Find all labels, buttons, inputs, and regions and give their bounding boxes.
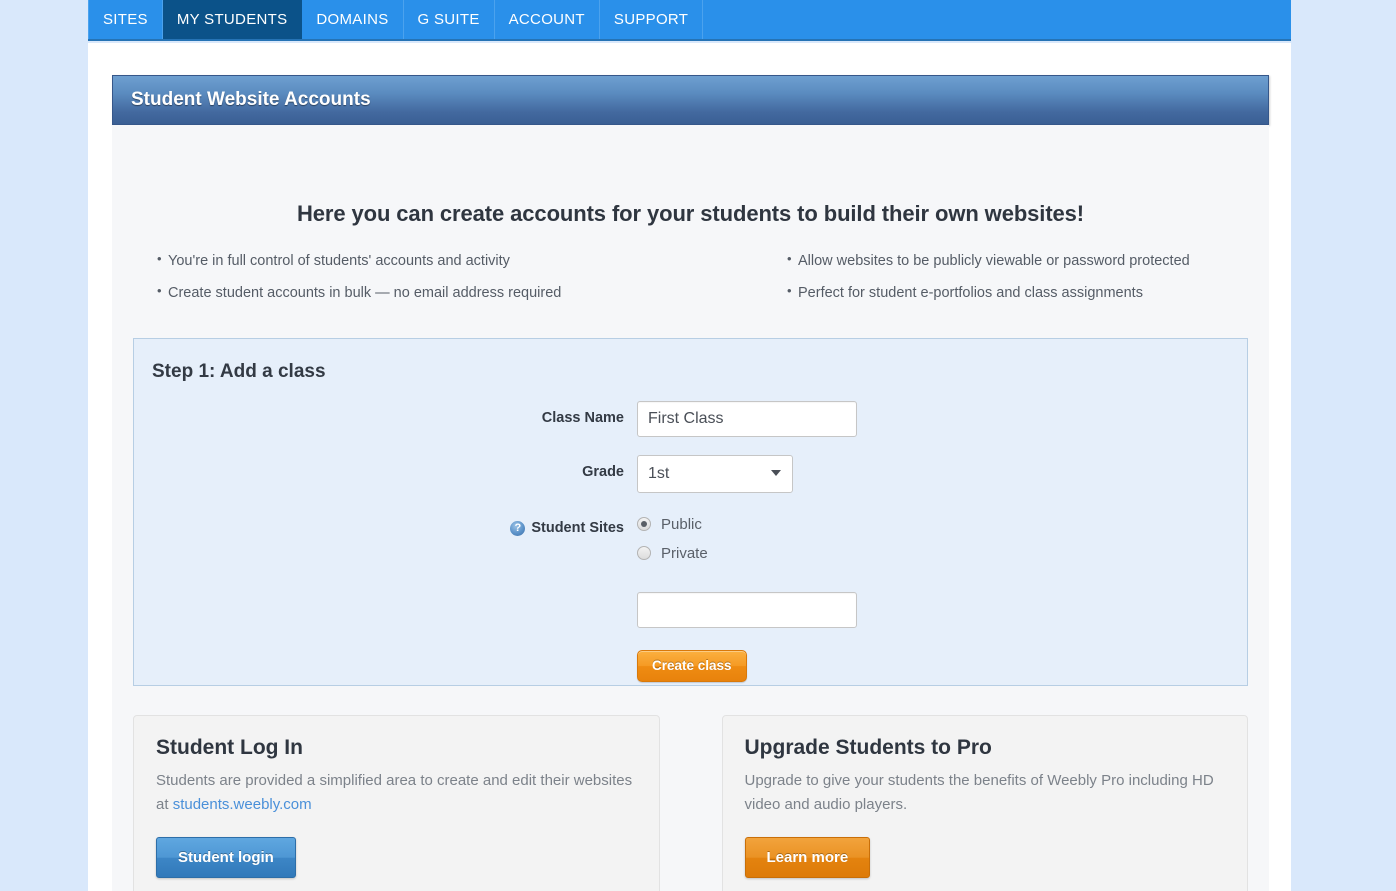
info-cards: Student Log In Students are provided a s… [133, 714, 1248, 891]
upgrade-pro-card: Upgrade Students to Pro Upgrade to give … [721, 714, 1248, 891]
create-class-row: Create class [134, 646, 1247, 682]
bullet-item: Perfect for student e-portfolios and cla… [787, 283, 1229, 303]
student-login-card-title: Student Log In [156, 735, 303, 759]
page-title: Student Website Accounts [131, 89, 371, 110]
radio-option-private[interactable]: Private [637, 545, 708, 562]
student-login-button[interactable]: Student login [156, 836, 296, 878]
main-navigation: SITES MY STUDENTS DOMAINS G SUITE ACCOUN… [88, 0, 1291, 41]
step1-title: Step 1: Add a class [152, 360, 326, 382]
bullet-item: Allow websites to be publicly viewable o… [787, 251, 1229, 271]
bullet-column-right: Allow websites to be publicly viewable o… [693, 251, 1229, 316]
bullet-item: You're in full control of students' acco… [157, 251, 693, 271]
nav-tab-label: DOMAINS [316, 11, 389, 28]
student-sites-row: ? Student Sites Public Private [134, 511, 1247, 574]
student-sites-radio-group: Public Private [637, 511, 708, 574]
upgrade-pro-card-title: Upgrade Students to Pro [744, 735, 992, 759]
intro-bullets: You're in full control of students' acco… [112, 251, 1269, 316]
page-title-bar: Student Website Accounts [112, 75, 1269, 125]
step1-add-class-panel: Step 1: Add a class Class Name Grade 1st… [133, 337, 1248, 686]
class-password-input[interactable] [637, 591, 857, 628]
nav-empty-space [703, 0, 1291, 39]
radio-public-indicator[interactable] [637, 517, 651, 532]
upgrade-pro-card-body: Upgrade to give your students the benefi… [745, 769, 1226, 817]
radio-option-public[interactable]: Public [637, 516, 708, 533]
student-sites-label-text: Student Sites [531, 519, 624, 536]
nav-tab-label: G SUITE [417, 11, 480, 28]
password-row [134, 591, 1247, 628]
nav-tab-support[interactable]: SUPPORT [600, 0, 704, 39]
students-weebly-link[interactable]: students.weebly.com [173, 796, 312, 813]
student-login-card-body: Students are provided a simplified area … [156, 769, 637, 817]
nav-tab-label: ACCOUNT [508, 11, 585, 28]
bullet-item: Create student accounts in bulk — no ema… [157, 283, 693, 303]
nav-tab-domains[interactable]: DOMAINS [302, 0, 404, 39]
nav-tab-label: MY STUDENTS [176, 11, 288, 28]
nav-tab-sites[interactable]: SITES [88, 0, 163, 39]
nav-tab-label: SUPPORT [613, 11, 689, 28]
learn-more-button[interactable]: Learn more [744, 836, 871, 878]
intro-heading: Here you can create accounts for your st… [296, 201, 1085, 226]
class-name-row: Class Name [134, 400, 1247, 437]
grade-row: Grade 1st [134, 454, 1247, 493]
nav-tab-my-students[interactable]: MY STUDENTS [162, 0, 303, 39]
page-root: SITES MY STUDENTS DOMAINS G SUITE ACCOUN… [0, 0, 1396, 891]
class-name-label: Class Name [541, 409, 624, 426]
question-mark-icon[interactable]: ? [510, 520, 526, 536]
radio-public-label: Public [661, 515, 702, 533]
grade-select-wrapper: 1st [637, 454, 793, 493]
grade-select[interactable]: 1st [637, 454, 793, 493]
nav-tab-account[interactable]: ACCOUNT [495, 0, 600, 39]
content-panel: Student Website Accounts Here you can cr… [88, 43, 1291, 891]
create-class-label-empty [134, 646, 637, 655]
student-login-card: Student Log In Students are provided a s… [133, 714, 660, 891]
grade-label: Grade [582, 463, 624, 480]
class-name-input[interactable] [637, 400, 857, 437]
bullet-column-left: You're in full control of students' acco… [157, 251, 693, 316]
nav-tab-g-suite[interactable]: G SUITE [404, 0, 495, 39]
create-class-button[interactable]: Create class [637, 649, 747, 682]
page-content: Here you can create accounts for your st… [112, 125, 1269, 891]
nav-tab-label: SITES [103, 11, 148, 28]
student-sites-label: ? Student Sites [134, 511, 637, 536]
radio-private-indicator[interactable] [637, 546, 651, 561]
card-body-text: Upgrade to give your students the benefi… [744, 771, 1214, 813]
radio-private-label: Private [661, 544, 708, 562]
password-label-empty [134, 592, 637, 601]
